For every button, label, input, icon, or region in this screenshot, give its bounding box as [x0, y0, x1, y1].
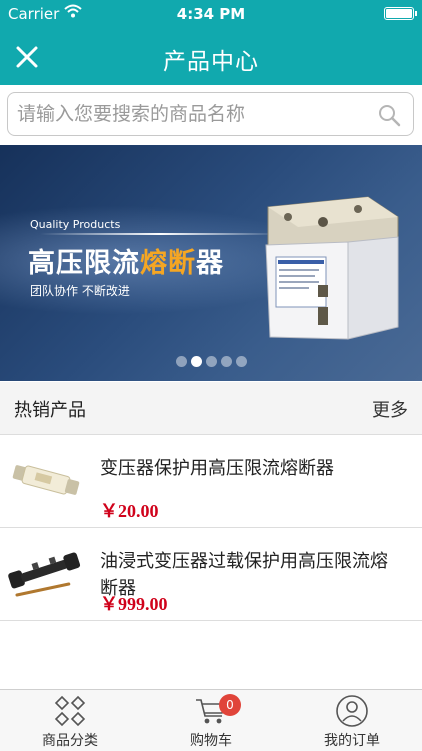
- carousel-dot[interactable]: [220, 356, 232, 367]
- carousel-dot[interactable]: [235, 356, 247, 367]
- status-time: 4:34 PM: [176, 5, 246, 23]
- banner-headline: 高压限流熔断器: [28, 241, 224, 280]
- status-bar: Carrier 4:34 PM: [0, 0, 422, 28]
- product-item[interactable]: 变压器保护用高压限流熔断器 ￥20.00: [0, 435, 422, 528]
- carousel-dots: [0, 352, 422, 371]
- banner-light-line: [40, 233, 280, 235]
- carousel-dot[interactable]: [190, 356, 202, 367]
- tab-label: 我的订单: [324, 733, 380, 749]
- banner-tagline: Quality Products: [30, 218, 121, 231]
- tab-orders[interactable]: 我的订单: [282, 690, 422, 751]
- headline-part1: 高压限流: [28, 248, 140, 279]
- more-link[interactable]: 更多: [372, 396, 408, 422]
- product-thumbnail: [8, 552, 81, 597]
- search-icon[interactable]: [377, 103, 401, 127]
- section-title: 热销产品: [14, 400, 86, 421]
- search-bar: [0, 85, 422, 145]
- search-box: [7, 92, 414, 136]
- tab-label: 商品分类: [42, 733, 98, 749]
- product-name: 变压器保护用高压限流熔断器: [100, 458, 334, 479]
- product-item[interactable]: 油浸式变压器过载保护用高压限流熔断器 ￥999.00: [0, 528, 422, 621]
- carousel-dot[interactable]: [205, 356, 217, 367]
- search-input[interactable]: [17, 93, 377, 135]
- grid-icon: [54, 695, 86, 727]
- app-header: Carrier 4:34 PM 产品中心: [0, 0, 422, 85]
- carousel-dot[interactable]: [175, 356, 187, 367]
- page-title: 产品中心: [163, 49, 259, 75]
- fuse-product-image: [265, 196, 399, 340]
- headline-highlight: 熔断: [140, 248, 196, 279]
- product-price: ￥999.00: [100, 594, 168, 614]
- user-icon: [336, 695, 368, 727]
- tab-cart[interactable]: 0 购物车: [141, 690, 281, 751]
- tab-bar: 商品分类 0 购物车 我的订单: [0, 689, 422, 751]
- tab-categories[interactable]: 商品分类: [0, 690, 140, 751]
- cart-count-badge: 0: [219, 694, 241, 716]
- banner-subtitle: 团队协作 不断改进: [30, 284, 130, 298]
- headline-part2: 器: [196, 248, 224, 279]
- product-thumbnail: [12, 465, 80, 495]
- battery-icon: [384, 7, 417, 20]
- promo-banner[interactable]: Quality Products 高压限流熔断器 团队协作 不断改进: [0, 145, 422, 381]
- product-price: ￥20.00: [100, 501, 159, 521]
- hot-products-header: 热销产品 更多: [0, 382, 422, 435]
- tab-label: 购物车: [190, 733, 232, 749]
